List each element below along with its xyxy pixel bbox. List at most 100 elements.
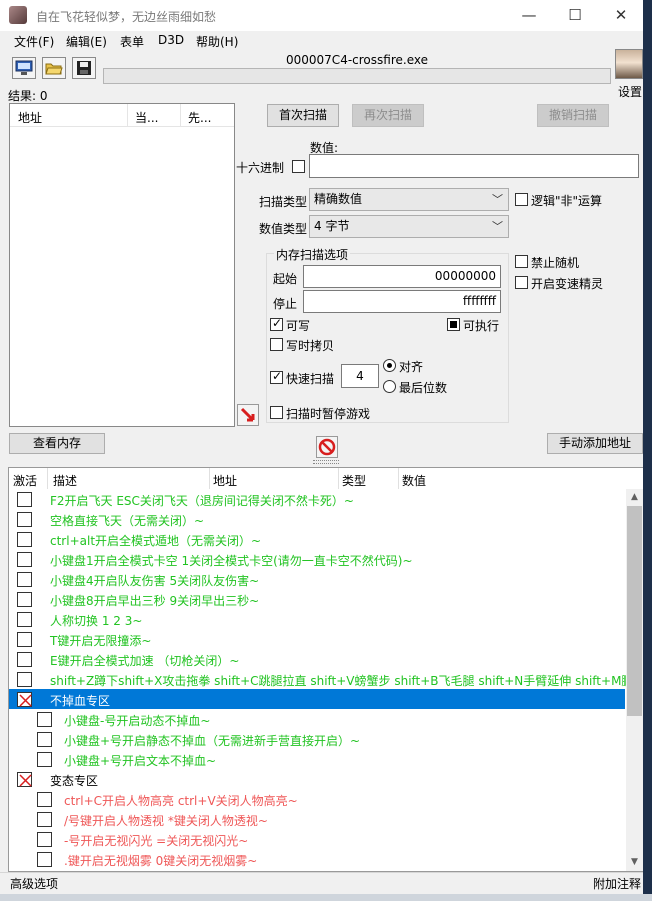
disable-random-label: 禁止随机 (531, 256, 580, 270)
app-icon (9, 6, 27, 24)
value-type-select[interactable]: 4 字节 ﹀ (309, 215, 509, 238)
fast-scan-checkbox[interactable] (270, 369, 283, 384)
start-address-input[interactable]: 00000000 (303, 265, 501, 288)
active-checkbox[interactable] (17, 612, 32, 627)
menu-table[interactable]: 表单 (120, 33, 144, 50)
add-comment-link[interactable]: 附加注释 (593, 875, 641, 892)
scroll-up-arrow-icon[interactable]: ▲ (626, 489, 643, 506)
table-row[interactable]: shift+Z蹲下shift+X攻击拖拳 shift+C跳腿拉直 shift+V… (9, 669, 645, 689)
panel-splitter[interactable] (313, 460, 339, 464)
table-row[interactable]: /号键开启人物透视 *键关闭人物透视~ (9, 809, 625, 829)
no-entry-icon[interactable] (316, 436, 338, 458)
advanced-options-link[interactable]: 高级选项 (10, 875, 58, 892)
active-checkbox[interactable] (17, 672, 32, 687)
active-checkbox[interactable] (37, 812, 52, 827)
table-row[interactable]: -号开启无视闪光 =关闭无视闪光~ (9, 829, 625, 849)
table-row[interactable]: 小键盘-号开启动态不掉血~ (9, 709, 625, 729)
add-selected-to-list-button[interactable] (237, 404, 259, 426)
table-row[interactable]: 小键盘+号开启文本不掉血~ (9, 749, 625, 769)
writable-label: 可写 (286, 319, 311, 333)
align-radio[interactable] (383, 359, 396, 372)
active-checkbox[interactable] (17, 632, 32, 647)
active-checkbox[interactable] (37, 712, 52, 727)
active-checkbox[interactable] (17, 652, 32, 667)
row-description: E键开启全模式加速 （切枪关闭）~ (50, 654, 240, 668)
active-checkbox[interactable] (17, 532, 32, 547)
group-toggle-checkbox[interactable] (17, 772, 32, 787)
settings-avatar-icon[interactable] (615, 49, 643, 79)
header-value[interactable]: 数值 (402, 472, 426, 489)
menu-help[interactable]: 帮助(H) (196, 33, 238, 50)
table-row[interactable]: 小键盘1开启全模式卡空 1关闭全模式卡空(请勿一直卡空不然代码)~ (9, 549, 625, 569)
active-checkbox[interactable] (37, 792, 52, 807)
last-digits-radio[interactable] (383, 380, 396, 393)
executable-checkbox[interactable] (447, 318, 460, 331)
logic-not-checkbox[interactable] (515, 193, 528, 206)
active-checkbox[interactable] (37, 832, 52, 847)
minimize-button[interactable]: — (506, 0, 552, 31)
table-row[interactable]: 人称切换 1 2 3~ (9, 609, 625, 629)
add-address-manually-button[interactable]: 手动添加地址 (547, 433, 643, 454)
header-active[interactable]: 激活 (13, 472, 37, 489)
chevron-down-icon: ﹀ (492, 220, 503, 233)
active-checkbox[interactable] (37, 732, 52, 747)
table-row[interactable]: 小键盘+号开启静态不掉血（无需进新手营直接开启）~ (9, 729, 625, 749)
active-checkbox[interactable] (17, 492, 32, 507)
disable-random-checkbox[interactable] (515, 255, 528, 268)
table-row[interactable]: E键开启全模式加速 （切枪关闭）~ (9, 649, 625, 669)
stop-address-input[interactable]: ffffffff (303, 290, 501, 313)
row-description: ctrl+alt开启全模式遁地（无需关闭）~ (50, 534, 262, 548)
table-group-row[interactable]: 变态专区 (9, 769, 625, 789)
table-row[interactable]: 小键盘4开启队友伤害 5关闭队友伤害~ (9, 569, 625, 589)
menu-d3d[interactable]: D3D (158, 33, 184, 47)
close-button[interactable]: ✕ (598, 0, 644, 31)
value-input[interactable] (309, 154, 639, 178)
menu-file[interactable]: 文件(F) (14, 33, 54, 50)
header-description[interactable]: 描述 (53, 472, 77, 489)
copy-on-write-checkbox[interactable] (270, 338, 283, 351)
status-bar (0, 872, 652, 894)
scrollbar-thumb[interactable] (627, 506, 642, 716)
view-memory-button[interactable]: 查看内存 (9, 433, 105, 454)
open-file-button[interactable] (42, 57, 66, 79)
executable-label: 可执行 (463, 319, 500, 333)
save-button[interactable] (72, 57, 96, 79)
next-scan-button[interactable]: 再次扫描 (352, 104, 424, 127)
header-address[interactable]: 地址 (213, 472, 237, 489)
active-checkbox[interactable] (17, 592, 32, 607)
col-address[interactable]: 地址 (18, 109, 42, 126)
scan-type-select[interactable]: 精确数值 ﹀ (309, 188, 509, 211)
active-checkbox[interactable] (17, 552, 32, 567)
found-address-list[interactable] (9, 103, 235, 427)
speedhack-checkbox[interactable] (515, 276, 528, 289)
maximize-button[interactable]: ☐ (552, 0, 598, 31)
table-row[interactable]: 小键盘8开启早出三秒 9关闭早出三秒~ (9, 589, 625, 609)
group-toggle-checkbox[interactable] (17, 692, 32, 707)
active-checkbox[interactable] (37, 752, 52, 767)
fast-scan-value-input[interactable]: 4 (341, 364, 379, 388)
first-scan-button[interactable]: 首次扫描 (267, 104, 339, 127)
writable-checkbox[interactable] (270, 316, 283, 331)
table-row[interactable]: .键开启无视烟雾 0键关闭无视烟雾~ (9, 849, 625, 869)
col-current[interactable]: 当... (135, 109, 158, 126)
table-row[interactable]: T键开启无限撞添~ (9, 629, 625, 649)
row-description: .键开启无视烟雾 0键关闭无视烟雾~ (64, 854, 258, 868)
header-separator (209, 468, 210, 489)
active-checkbox[interactable] (17, 572, 32, 587)
active-checkbox[interactable] (17, 512, 32, 527)
table-row[interactable]: 空格直接飞天（无需关闭）~ (9, 509, 625, 529)
table-row[interactable]: ctrl+C开启人物高亮 ctrl+V关闭人物高亮~ (9, 789, 625, 809)
settings-label[interactable]: 设置 (618, 83, 642, 100)
active-checkbox[interactable] (37, 852, 52, 867)
table-group-row[interactable]: 不掉血专区 (9, 689, 625, 709)
hex-checkbox[interactable] (292, 160, 305, 173)
table-row[interactable]: F2开启飞天 ESC关闭飞天（退房间记得关闭不然卡死）~ (9, 489, 625, 509)
scroll-down-arrow-icon[interactable]: ▼ (626, 854, 643, 871)
menu-edit[interactable]: 编辑(E) (66, 33, 107, 50)
header-type[interactable]: 类型 (342, 472, 366, 489)
pause-game-checkbox[interactable] (270, 406, 283, 419)
undo-scan-button[interactable]: 撤销扫描 (537, 104, 609, 127)
open-process-button[interactable] (12, 57, 36, 79)
table-row[interactable]: ctrl+alt开启全模式遁地（无需关闭）~ (9, 529, 625, 549)
col-previous[interactable]: 先... (188, 109, 211, 126)
